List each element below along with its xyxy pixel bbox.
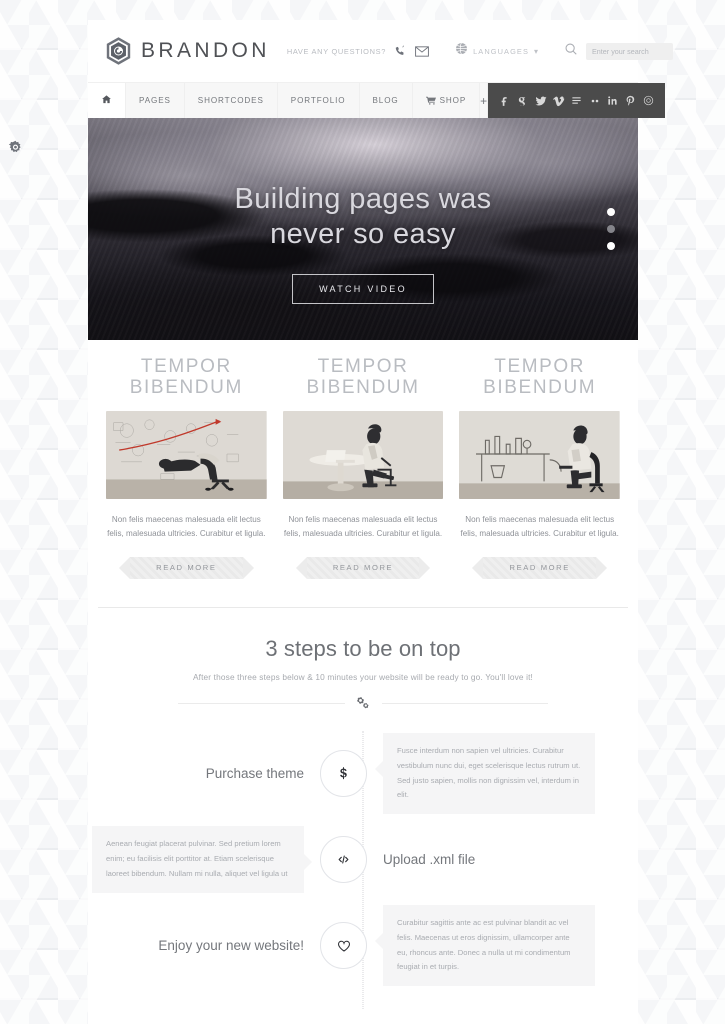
step-item-1: Purchase theme Fusce interdum non sapien… (88, 731, 638, 817)
step-3-label-side: Enjoy your new website! (88, 938, 320, 953)
gears-icon (356, 696, 371, 711)
contact-block: HAVE ANY QUESTIONS? (287, 45, 429, 58)
heart-icon[interactable] (320, 922, 367, 970)
vimeo-icon[interactable] (550, 83, 567, 118)
hero-slider: Building pages was never so easy WATCH V… (88, 118, 638, 340)
step-2-bubble-side: Aenean feugiat placerat pulvinar. Sed pr… (88, 826, 320, 893)
feature-image-1[interactable] (106, 410, 267, 499)
feature-description: Non felis maecenas malesuada elit lectus… (283, 514, 443, 538)
facebook-icon[interactable] (496, 83, 513, 118)
read-more-button-1[interactable]: READ MORE (119, 556, 254, 579)
watch-video-button[interactable]: WATCH VIDEO (292, 274, 434, 305)
hero-dot-3[interactable] (607, 242, 615, 250)
step-text-bubble: Aenean feugiat placerat pulvinar. Sed pr… (92, 826, 312, 893)
feature-title-line-2: BIBENDUM (129, 376, 243, 398)
instagram-icon[interactable] (640, 83, 657, 118)
brandon-hex-logo-icon (105, 36, 132, 66)
home-icon (101, 94, 112, 107)
feature-description: Non felis maecenas malesuada elit lectus… (107, 514, 266, 538)
feature-title-line-2: BIBENDUM (483, 376, 597, 398)
step-text-bubble: Fusce interdum non sapien vel ultricies.… (375, 733, 595, 815)
nav-item-portfolio[interactable]: PORTFOLIO (278, 83, 360, 118)
step-item-2: Aenean feugiat placerat pulvinar. Sed pr… (88, 817, 638, 903)
divider-line-right (381, 702, 548, 704)
questions-label: HAVE ANY QUESTIONS? (286, 46, 387, 56)
nav-label: BLOG (372, 96, 399, 105)
feature-title-line-2: BIBENDUM (306, 376, 420, 398)
step-2-label-side: Upload .xml file (367, 852, 599, 867)
feature-column-3: TEMPOR BIBENDUM Non felis maecenas males… (451, 356, 628, 579)
feature-title: TEMPOR BIBENDUM (283, 356, 444, 399)
main-navigation: PAGES SHORTCODES PORTFOLIO BLOG SHOP + (88, 82, 666, 118)
step-3-bubble-side: Curabitur sagittis ante ac est pulvinar … (367, 905, 599, 987)
logo-text: BRANDON (141, 39, 270, 62)
step-1-bubble-side: Fusce interdum non sapien vel ultricies.… (367, 733, 599, 815)
nav-label: SHOP (439, 96, 467, 105)
steps-header: 3 steps to be on top After those three s… (88, 608, 638, 711)
step-item-3: Enjoy your new website! Curabitur sagitt… (88, 903, 638, 989)
flickr-icon[interactable] (568, 83, 585, 118)
search-input[interactable] (586, 42, 674, 60)
nav-item-shop[interactable]: SHOP (413, 83, 481, 118)
feature-column-2: TEMPOR BIBENDUM Non felis maecenas males… (275, 356, 452, 579)
cart-icon (425, 96, 436, 105)
hero-dot-1[interactable] (607, 208, 615, 216)
linkedin-icon[interactable] (604, 83, 621, 118)
feature-title: TEMPOR BIBENDUM (459, 356, 620, 399)
languages-selector[interactable]: LANGUAGES ▾ (455, 42, 538, 60)
nav-label: PAGES (139, 96, 171, 105)
hero-slider-dots (607, 208, 615, 250)
hero-title-line-1: Building pages was (234, 182, 492, 215)
pinterest-icon[interactable] (622, 83, 639, 118)
feature-title-line-1: TEMPOR (140, 356, 232, 377)
site-header: BRANDON HAVE ANY QUESTIONS? LANGUAGES ▾ … (88, 20, 674, 82)
twitter-icon[interactable] (532, 83, 549, 118)
search-block (564, 42, 674, 61)
dribbble-dots-icon[interactable] (586, 83, 603, 118)
nav-label: PORTFOLIO (290, 96, 346, 105)
hero-dot-2[interactable] (607, 225, 615, 233)
envelope-icon[interactable] (415, 45, 429, 57)
step-label: Purchase theme (205, 766, 304, 782)
google-plus-icon[interactable] (514, 83, 531, 118)
site-page: BRANDON HAVE ANY QUESTIONS? LANGUAGES ▾ … (88, 20, 674, 1024)
nav-item-blog[interactable]: BLOG (360, 83, 413, 118)
dollar-icon[interactable] (320, 750, 367, 798)
nav-item-shortcodes[interactable]: SHORTCODES (185, 83, 278, 118)
read-more-button-3[interactable]: READ MORE (472, 556, 608, 579)
social-links (488, 83, 666, 118)
feature-title-line-1: TEMPOR (317, 356, 409, 377)
step-text-bubble: Curabitur sagittis ante ac est pulvinar … (375, 905, 595, 987)
settings-gear-icon[interactable] (7, 139, 24, 156)
nav-item-add[interactable]: + (480, 83, 489, 118)
feature-columns: TEMPOR BIBENDUM Non felis maecenas males… (88, 340, 638, 579)
code-icon[interactable] (320, 836, 367, 884)
read-more-button-2[interactable]: READ MORE (295, 556, 431, 579)
steps-title: 3 steps to be on top (265, 635, 461, 661)
feature-image-2[interactable] (282, 410, 444, 499)
steps-subtitle: After those three steps below & 10 minut… (192, 671, 534, 682)
step-label: Upload .xml file (383, 852, 476, 868)
nav-item-home[interactable] (88, 83, 126, 118)
hero-title: Building pages was never so easy (234, 182, 491, 253)
phone-icon[interactable] (394, 45, 407, 58)
languages-label: LANGUAGES (473, 46, 529, 56)
nav-label: SHORTCODES (197, 96, 264, 105)
step-label: Enjoy your new website! (158, 938, 304, 954)
feature-image-3[interactable] (459, 410, 621, 499)
search-icon[interactable] (564, 42, 578, 61)
gears-divider (88, 696, 638, 711)
divider-line-left (178, 702, 345, 704)
feature-title: TEMPOR BIBENDUM (106, 356, 267, 399)
hero-title-line-2: never so easy (270, 218, 456, 250)
logo[interactable]: BRANDON (105, 36, 270, 66)
globe-icon (455, 42, 468, 60)
chevron-down-icon: ▾ (534, 46, 539, 56)
feature-title-line-1: TEMPOR (494, 356, 586, 377)
step-1-label-side: Purchase theme (88, 766, 320, 781)
feature-description: Non felis maecenas malesuada elit lectus… (460, 514, 619, 538)
feature-column-1: TEMPOR BIBENDUM Non felis maecenas males… (98, 356, 275, 579)
steps-timeline: Purchase theme Fusce interdum non sapien… (88, 730, 638, 1009)
nav-item-pages[interactable]: PAGES (126, 83, 185, 118)
